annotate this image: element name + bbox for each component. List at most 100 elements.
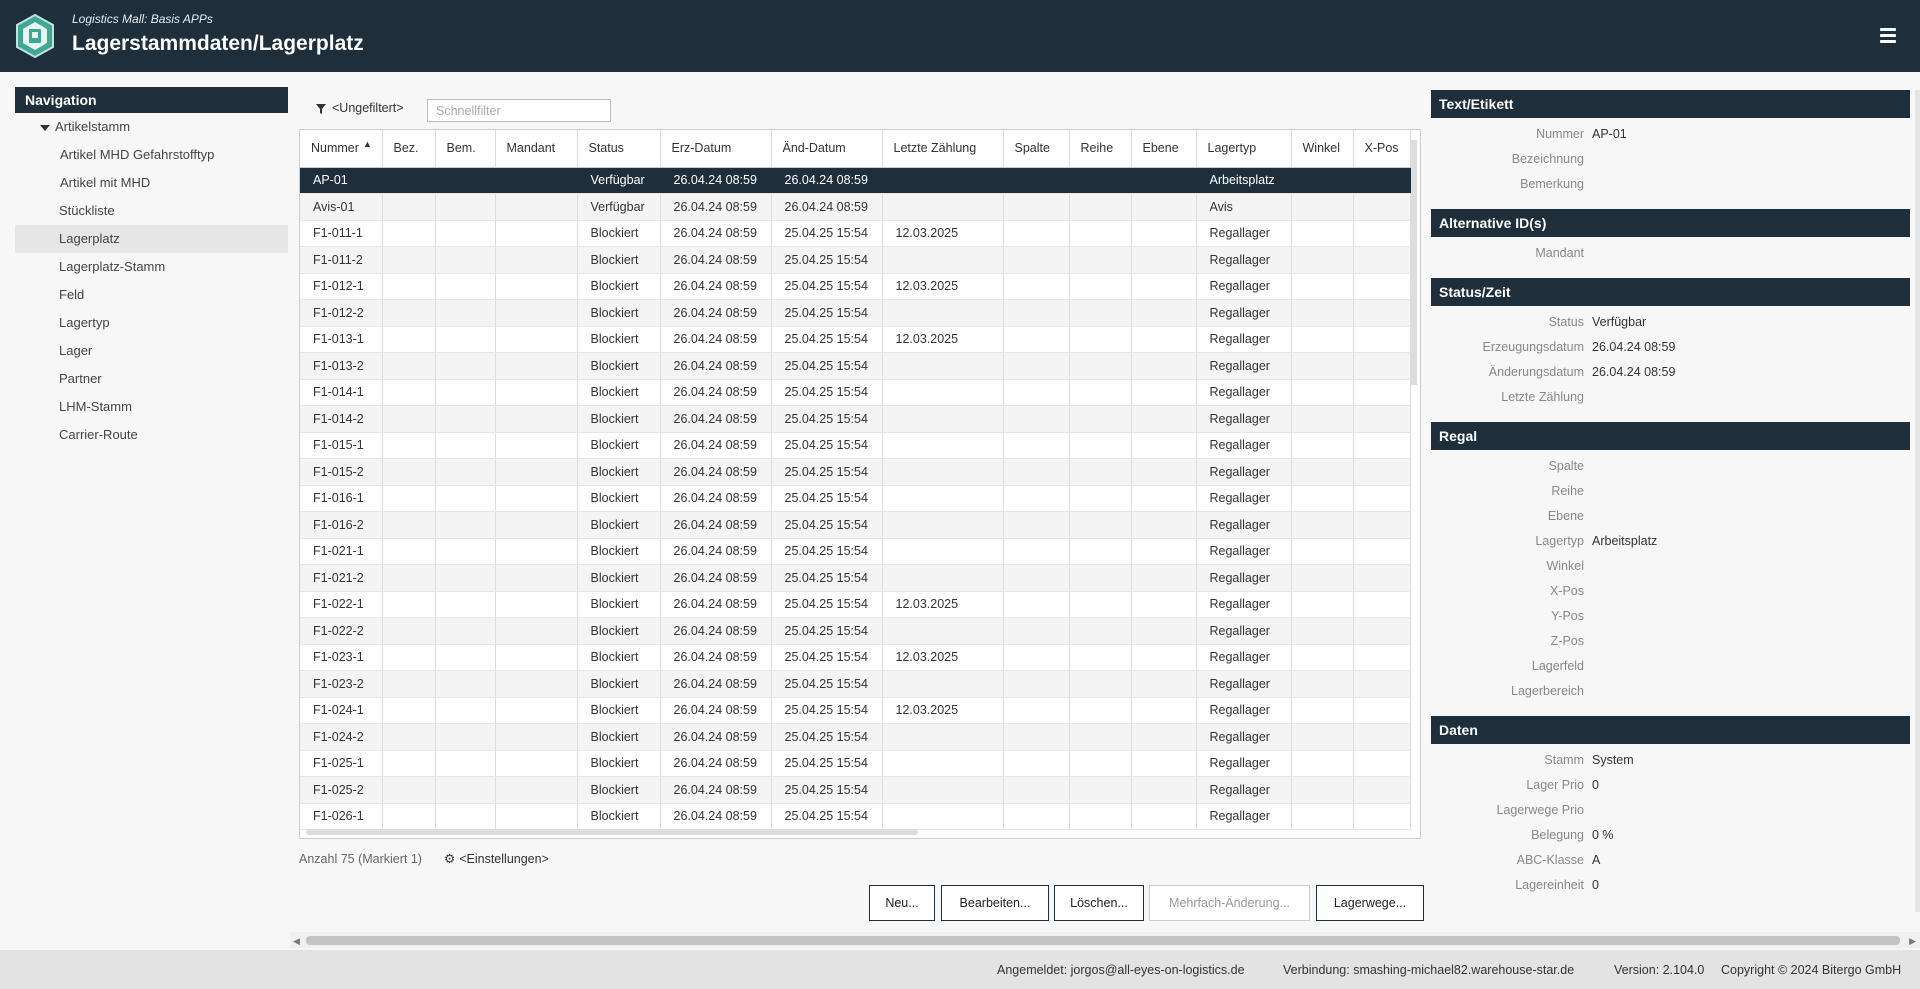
table-cell [495,352,578,380]
table-cell: 26.04.24 08:59 [660,193,772,221]
table-row[interactable]: F1-011-2 Blockiert 26.04.24 08:59 25.04.25 … [300,246,1411,274]
table-row[interactable]: F1-015-1 Blockiert 26.04.24 08:59 25.04.25 … [300,432,1411,459]
table-row[interactable]: F1-015-2 Blockiert 26.04.24 08:59 25.04.25 … [300,458,1411,486]
table-cell [1069,246,1132,274]
table-cell: Blockiert [577,220,661,247]
table-cell [435,405,496,433]
table-row[interactable]: F1-023-2 Blockiert 26.04.24 08:59 25.04.25 … [300,670,1411,698]
table-settings-link[interactable]: ⚙ <Einstellungen> [444,851,549,866]
table-row[interactable]: F1-014-2 Blockiert 26.04.24 08:59 25.04.25 … [300,405,1411,433]
hamburger-menu-icon[interactable] [1880,28,1896,44]
table-row[interactable]: F1-012-1 Blockiert 26.04.24 08:59 25.04.25 … [300,273,1411,300]
table-cell [1353,379,1411,406]
table-cell: Blockiert [577,697,661,724]
table-row[interactable]: F1-022-1 Blockiert 26.04.24 08:59 25.04.25 … [300,591,1411,618]
table-cell [1291,617,1354,645]
table-cell [1069,564,1132,592]
table-row[interactable]: F1-013-2 Blockiert 26.04.24 08:59 25.04.25 … [300,352,1411,380]
table-cell: Blockiert [577,803,661,830]
table-row[interactable]: F1-012-2 Blockiert 26.04.24 08:59 25.04.25 … [300,299,1411,327]
table-row[interactable]: F1-014-1 Blockiert 26.04.24 08:59 25.04.25 … [300,379,1411,406]
nav-item-feld[interactable]: Feld [15,281,288,309]
column-header[interactable]: Reihe [1069,130,1132,168]
expand-triangle-icon[interactable] [40,124,50,131]
table-row[interactable]: F1-013-1 Blockiert 26.04.24 08:59 25.04.25 … [300,326,1411,353]
column-header[interactable]: Mandant [495,130,578,168]
nav-item-partner[interactable]: Partner [15,365,288,393]
table-cell: F1-024-2 [300,723,383,751]
column-header[interactable]: Änd-Datum [771,130,883,168]
scroll-left-icon[interactable]: ◀ [293,936,300,947]
detail-scrollbar[interactable] [1915,90,1920,912]
nav-item-lagerplatz-stamm[interactable]: Lagerplatz-Stamm [15,253,288,281]
table-cell [882,617,1004,645]
table-row[interactable]: F1-024-1 Blockiert 26.04.24 08:59 25.04.25 … [300,697,1411,724]
nav-item-stückliste[interactable]: Stückliste [15,197,288,225]
column-header[interactable]: Bem. [435,130,496,168]
column-header-label: Lagertyp [1207,141,1257,156]
column-header[interactable]: Bez. [382,130,436,168]
nav-item-lagertyp[interactable]: Lagertyp [15,309,288,337]
column-header[interactable]: Winkel [1291,130,1354,168]
column-header[interactable]: Letzte Zählung [882,130,1004,168]
field-value: 0 % [1592,828,1614,842]
table-row[interactable]: Avis-01 Verfügbar 26.04.24 08:59 26.04.24 0… [300,193,1411,221]
nav-item-artikel-mit-mhd[interactable]: Artikel mit MHD [15,169,288,197]
table-row[interactable]: F1-025-1 Blockiert 26.04.24 08:59 25.04.25 … [300,750,1411,777]
nav-item-lager[interactable]: Lager [15,337,288,365]
multi-edit-button[interactable]: Mehrfach-Änderung... [1149,885,1310,921]
edit-button[interactable]: Bearbeiten... [941,885,1049,921]
table-cell [1069,776,1132,804]
nav-item-carrier-route[interactable]: Carrier-Route [15,421,288,449]
storage-paths-button[interactable]: Lagerwege... [1316,885,1424,921]
scrollbar-thumb[interactable] [306,936,1900,945]
table-cell [1353,591,1411,618]
table-cell: 26.04.24 08:59 [660,167,772,194]
new-button[interactable]: Neu... [869,885,935,921]
table-row[interactable]: F1-021-1 Blockiert 26.04.24 08:59 25.04.25 … [300,538,1411,565]
filter-state-label[interactable]: <Ungefiltert> [332,101,404,115]
table-row[interactable]: F1-011-1 Blockiert 26.04.24 08:59 25.04.25 … [300,220,1411,247]
table-cell [382,538,436,565]
column-header[interactable]: Erz-Datum [660,130,772,168]
filter-icon[interactable] [316,104,326,114]
table-cell [435,670,496,698]
delete-button[interactable]: Löschen... [1054,885,1144,921]
column-header[interactable]: Lagertyp [1196,130,1292,168]
table-row[interactable]: F1-016-1 Blockiert 26.04.24 08:59 25.04.25 … [300,485,1411,512]
table-cell [1353,776,1411,804]
column-header-label: Mandant [506,141,556,156]
table-row[interactable]: F1-024-2 Blockiert 26.04.24 08:59 25.04.25 … [300,723,1411,751]
column-header[interactable]: Spalte [1003,130,1070,168]
nav-item-artikel-mhd-gefahrstofftyp[interactable]: Artikel MHD Gefahrstofftyp [15,141,288,169]
detail-field: Ebene [1431,504,1910,529]
table-vertical-scrollbar[interactable] [1411,140,1417,385]
table-cell: 26.04.24 08:59 [771,167,883,194]
main-horizontal-scrollbar[interactable]: ◀ ▶ [290,932,1920,948]
column-header[interactable]: X-Pos [1353,130,1411,168]
table-row[interactable]: F1-022-2 Blockiert 26.04.24 08:59 25.04.25 … [300,617,1411,645]
table-header-row: Nummer ▲ Bez. Bem. Mandant Status Erz-Datum Änd… [300,130,1411,168]
table-row[interactable]: F1-026-1 Blockiert 26.04.24 08:59 25.04.25 … [300,803,1411,830]
table-row[interactable]: F1-016-2 Blockiert 26.04.24 08:59 25.04.25 … [300,511,1411,539]
field-label: Lager Prio [1526,778,1584,792]
column-header[interactable]: Nummer ▲ [300,130,383,168]
table-row[interactable]: AP-01 Verfügbar 26.04.24 08:59 26.04.24 08:… [300,167,1411,194]
nav-item-lagerplatz[interactable]: Lagerplatz [15,225,288,253]
quick-filter-input[interactable] [427,99,611,122]
table-cell [1069,193,1132,221]
table-row[interactable]: F1-023-1 Blockiert 26.04.24 08:59 25.04.25 … [300,644,1411,671]
table-cell: Regallager [1196,803,1292,830]
nav-item-artikelstamm[interactable]: Artikelstamm [15,113,288,141]
nav-item-lhm-stamm[interactable]: LHM-Stamm [15,393,288,421]
scroll-right-icon[interactable]: ▶ [1909,936,1916,947]
table-horizontal-scrollbar[interactable] [306,829,918,835]
table-cell [1069,167,1132,194]
table-row[interactable]: F1-021-2 Blockiert 26.04.24 08:59 25.04.25 … [300,564,1411,592]
column-header[interactable]: Status [577,130,661,168]
table-cell [1353,617,1411,645]
table-row[interactable]: F1-025-2 Blockiert 26.04.24 08:59 25.04.25 … [300,776,1411,804]
table-cell [1131,670,1197,698]
table-settings-label: <Einstellungen> [459,852,549,866]
column-header[interactable]: Ebene [1131,130,1197,168]
